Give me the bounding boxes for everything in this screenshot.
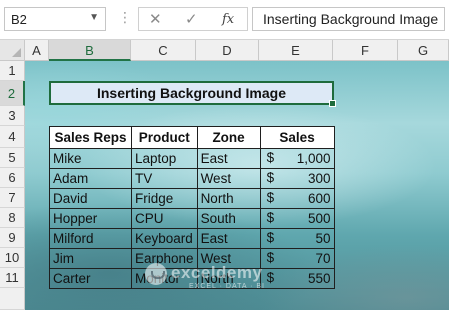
formula-buttons: ✕ ✓ fx <box>138 7 248 31</box>
rep-cell[interactable]: Carter <box>49 268 132 289</box>
formula-value[interactable]: Inserting Background Image <box>263 11 438 27</box>
title-cell[interactable]: Inserting Background Image <box>49 81 336 107</box>
row-header-7[interactable]: 7 <box>0 188 25 208</box>
checkmark-icon[interactable]: ✓ <box>185 10 198 28</box>
table-row: Mike Laptop East $1,000 <box>49 148 335 169</box>
currency-symbol: $ <box>266 190 275 205</box>
row-header-4[interactable]: 4 <box>0 126 25 148</box>
rep-cell[interactable]: David <box>49 188 132 209</box>
row-header-2[interactable]: 2 <box>0 81 25 106</box>
fx-icon[interactable]: fx <box>222 12 234 27</box>
rep-cell[interactable]: Milford <box>49 228 132 249</box>
sales-cell[interactable]: $600 <box>259 188 335 209</box>
sales-value: 1,000 <box>296 151 331 166</box>
zone-cell[interactable]: South <box>196 208 261 229</box>
row-header-10[interactable]: 10 <box>0 248 25 268</box>
row-header-8[interactable]: 8 <box>0 208 25 228</box>
zone-cell[interactable]: East <box>196 148 261 169</box>
currency-symbol: $ <box>266 170 275 185</box>
row-header-3[interactable]: 3 <box>0 106 25 126</box>
product-cell[interactable]: Fridge <box>131 188 198 209</box>
zone-cell[interactable]: North <box>196 188 261 209</box>
chevron-down-icon[interactable]: ▼ <box>89 12 99 23</box>
row-header-1[interactable]: 1 <box>0 61 25 81</box>
column-header-c[interactable]: C <box>131 40 196 61</box>
select-all-button[interactable] <box>0 40 25 61</box>
product-cell[interactable]: Keyboard <box>131 228 198 249</box>
row-header-6[interactable]: 6 <box>0 168 25 188</box>
currency-symbol: $ <box>266 150 275 165</box>
product-cell[interactable]: CPU <box>131 208 198 229</box>
column-header-a[interactable]: A <box>25 40 49 61</box>
rep-cell[interactable]: Jim <box>49 248 132 269</box>
column-header-e[interactable]: E <box>259 40 333 61</box>
column-header-f[interactable]: F <box>333 40 398 61</box>
vertical-dots-icon: ⋮ <box>118 9 132 25</box>
name-box-value[interactable]: B2 <box>11 12 27 27</box>
column-header-g[interactable]: G <box>398 40 449 61</box>
column-header-d[interactable]: D <box>196 40 259 61</box>
currency-symbol: $ <box>266 210 275 225</box>
watermark-tagline: EXCEL · DATA · BI <box>189 283 265 290</box>
formula-bar: B2 ▼ ⋮ ✕ ✓ fx Inserting Background Image <box>0 0 449 40</box>
sales-value: 50 <box>315 231 331 246</box>
watermark: exceldemy EXCEL · DATA · BI <box>145 263 305 297</box>
header-sales[interactable]: Sales <box>259 126 335 149</box>
name-box[interactable]: B2 ▼ <box>4 7 106 31</box>
sales-value: 70 <box>315 251 331 266</box>
row-header-12[interactable] <box>0 288 25 310</box>
sales-value: 550 <box>308 271 331 286</box>
sales-value: 600 <box>308 191 331 206</box>
formula-input[interactable]: Inserting Background Image <box>252 7 445 31</box>
column-header-b[interactable]: B <box>49 40 131 61</box>
rep-cell[interactable]: Hopper <box>49 208 132 229</box>
table-row: Milford Keyboard East $50 <box>49 228 335 249</box>
exceldemy-logo-icon <box>145 263 167 285</box>
row-header-11[interactable]: 11 <box>0 268 25 288</box>
header-zone[interactable]: Zone <box>196 126 261 149</box>
header-product[interactable]: Product <box>131 126 198 149</box>
rep-cell[interactable]: Mike <box>49 148 132 169</box>
watermark-brand: exceldemy <box>171 263 263 282</box>
product-cell[interactable]: TV <box>131 168 198 189</box>
sales-cell[interactable]: $1,000 <box>259 148 335 169</box>
sales-value: 500 <box>308 211 331 226</box>
sales-value: 300 <box>308 171 331 186</box>
product-cell[interactable]: Laptop <box>131 148 198 169</box>
table-row: David Fridge North $600 <box>49 188 335 209</box>
table-header-row: Sales Reps Product Zone Sales <box>49 126 335 149</box>
header-sales-reps[interactable]: Sales Reps <box>49 126 132 149</box>
rep-cell[interactable]: Adam <box>49 168 132 189</box>
table-row: Hopper CPU South $500 <box>49 208 335 229</box>
sales-cell[interactable]: $500 <box>259 208 335 229</box>
zone-cell[interactable]: West <box>196 168 261 189</box>
table-row: Adam TV West $300 <box>49 168 335 189</box>
row-header-5[interactable]: 5 <box>0 148 25 168</box>
close-icon[interactable]: ✕ <box>149 10 162 28</box>
sales-cell[interactable]: $300 <box>259 168 335 189</box>
currency-symbol: $ <box>266 230 275 245</box>
sales-cell[interactable]: $50 <box>259 228 335 249</box>
row-header-9[interactable]: 9 <box>0 228 25 248</box>
zone-cell[interactable]: East <box>196 228 261 249</box>
